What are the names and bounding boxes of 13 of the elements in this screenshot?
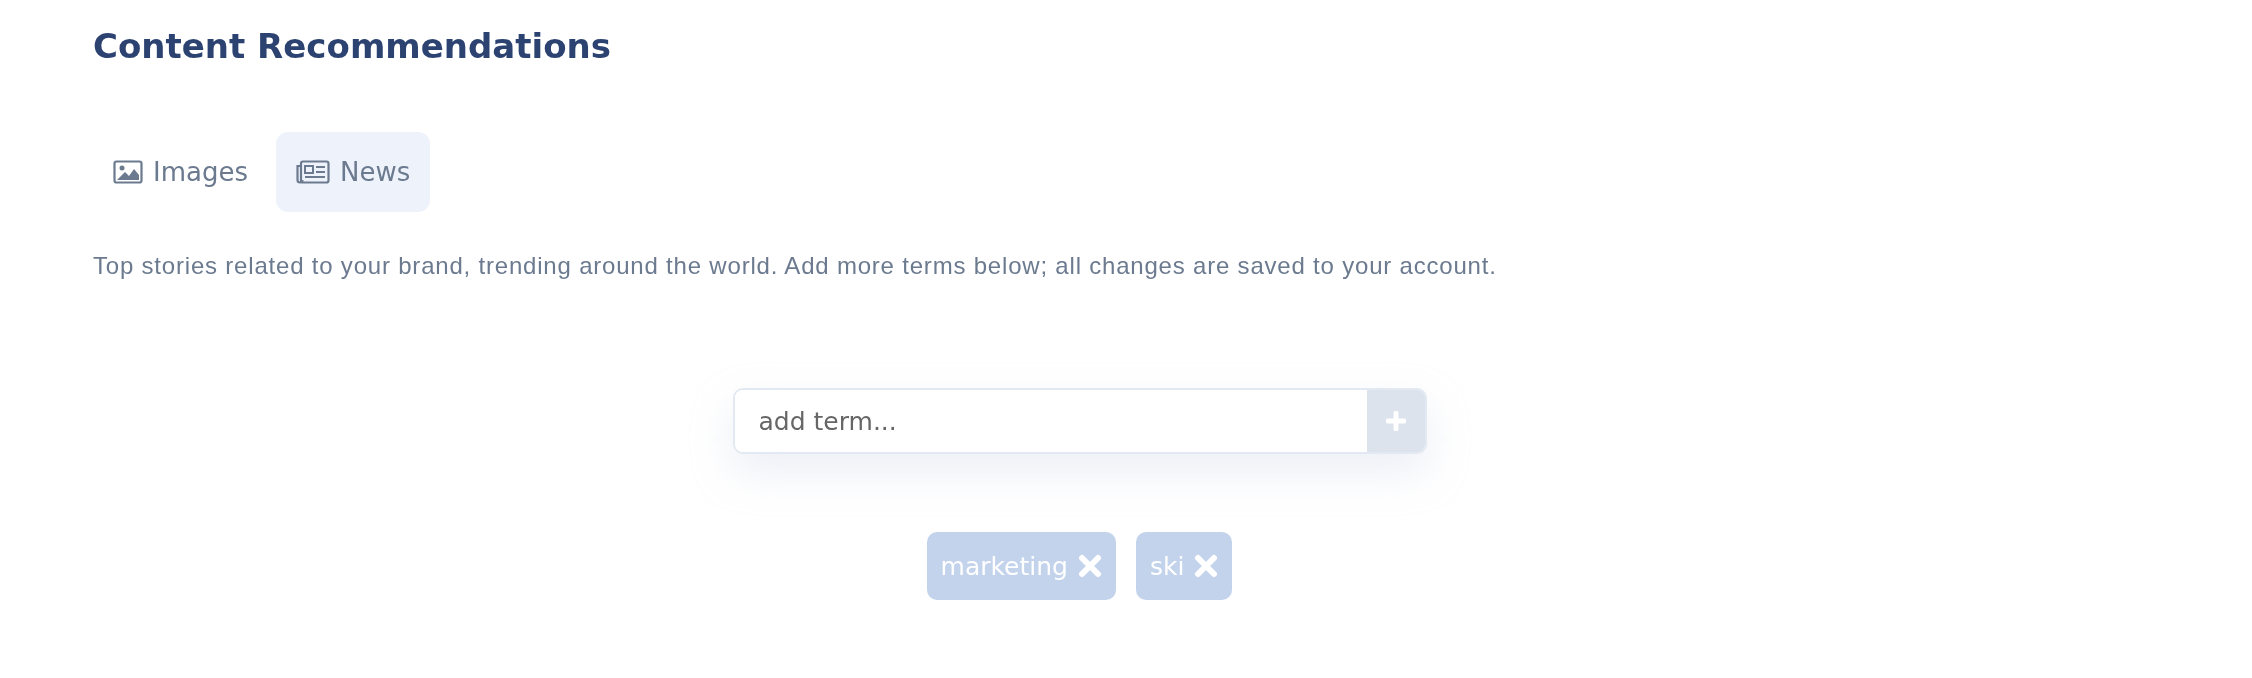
image-icon: [113, 160, 143, 184]
plus-icon: [1385, 411, 1406, 431]
newspaper-icon: [296, 160, 330, 184]
remove-icon[interactable]: [1194, 554, 1219, 578]
term-label: marketing: [940, 551, 1068, 581]
term-label: ski: [1149, 551, 1185, 581]
term-input-field[interactable]: add term...: [732, 388, 1427, 454]
tab[interactable]: Images: [93, 132, 268, 212]
description-text: Top stories related to your brand, trending around the world. Add more terms below; all changes are saved to your account.: [93, 252, 1498, 280]
tab[interactable]: News: [276, 132, 431, 212]
add-button[interactable]: [1366, 390, 1425, 452]
page-title: Content Recommendations: [93, 25, 612, 68]
remove-icon[interactable]: [1077, 554, 1102, 578]
